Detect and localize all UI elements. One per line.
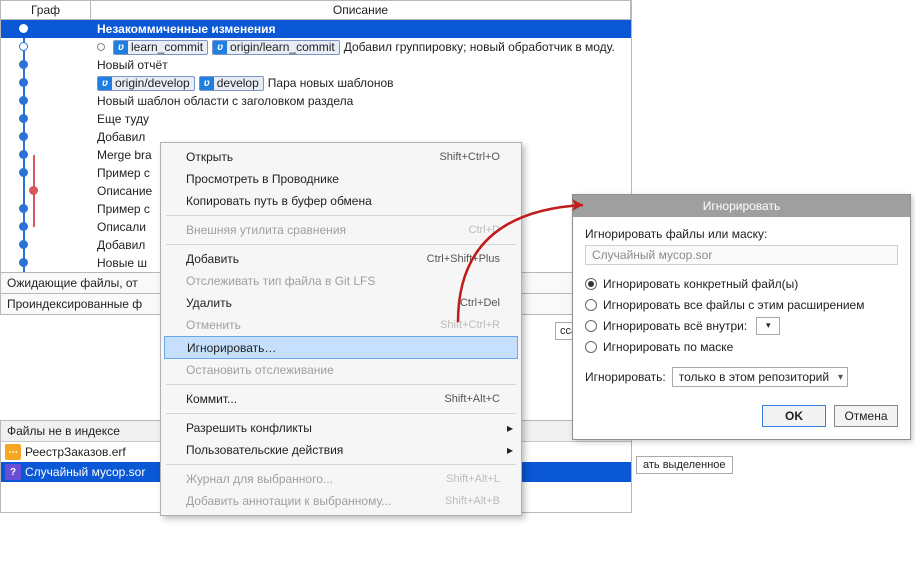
ctx-ignore[interactable]: Игнорировать… [164,336,518,359]
commit-list-header: Граф Описание [1,1,631,20]
commit-msg: Пример с [97,166,150,180]
ctx-open[interactable]: ОткрытьShift+Ctrl+O [164,146,518,168]
separator [166,413,516,414]
ctx-custom-actions[interactable]: Пользовательские действия▸ [164,439,518,461]
commit-msg: Добавил [97,238,145,252]
branch-tag[interactable]: ʋlearn_commit [113,40,208,55]
radio-icon [585,341,597,353]
context-menu: ОткрытьShift+Ctrl+O Просмотреть в Провод… [160,142,522,516]
stage-selected-button[interactable]: ать выделенное [636,456,733,474]
ctx-stop-tracking: Остановить отслеживание [164,359,518,381]
commit-row-uncommitted[interactable]: Незакоммиченные изменения [1,20,631,38]
commit-msg: Описали [97,220,146,234]
dialog-label: Игнорировать файлы или маску: [585,227,898,241]
dialog-title: Игнорировать [573,195,910,217]
ctx-delete[interactable]: УдалитьCtrl+Del [164,292,518,314]
ctx-add[interactable]: ДобавитьCtrl+Shift+Plus [164,248,518,270]
ctx-log-selected: Журнал для выбранного...Shift+Alt+L [164,468,518,490]
ctx-resolve-conflicts[interactable]: Разрешить конфликты▸ [164,417,518,439]
branch-tag[interactable]: ʋdevelop [199,76,264,91]
commit-msg: Добавил [97,130,145,144]
ignore-where-select[interactable]: только в этом репозиторий [672,367,848,387]
branch-icon: ʋ [98,77,112,90]
commit-msg: Новый шаблон области с заголовком раздел… [97,94,353,108]
commit-row[interactable]: Еще туду [1,110,631,128]
ctx-track-lfs: Отслеживать тип файла в Git LFS [164,270,518,292]
submenu-arrow-icon: ▸ [507,443,513,457]
radio-ignore-pattern[interactable]: Игнорировать по маске [585,336,898,357]
commit-row[interactable]: ʋlearn_commit ʋorigin/learn_commit Добав… [1,38,631,56]
separator [166,464,516,465]
radio-icon [585,320,597,332]
radio-icon [585,278,597,290]
ctx-annotate-selected: Добавить аннотации к выбранному...Shift+… [164,490,518,512]
ctx-revert: ОтменитьShift+Ctrl+R [164,314,518,336]
commit-msg: Описание [97,184,152,198]
commit-msg: Еще туду [97,112,149,126]
commit-row[interactable]: Новый шаблон области с заголовком раздел… [1,92,631,110]
commit-msg: Добавил группировку; новый обработчик в … [344,40,615,54]
separator [166,215,516,216]
file-modified-icon: ⋯ [5,444,21,460]
branch-icon: ʋ [213,41,227,54]
active-branch-icon [97,43,105,51]
commit-msg: Пара новых шаблонов [268,76,394,90]
radio-ignore-file[interactable]: Игнорировать конкретный файл(ы) [585,273,898,294]
branch-tag[interactable]: ʋorigin/develop [97,76,195,91]
ignore-dialog: Игнорировать Игнорировать файлы или маск… [572,194,911,440]
commit-row[interactable]: ʋorigin/develop ʋdevelop Пара новых шабл… [1,74,631,92]
submenu-arrow-icon: ▸ [507,421,513,435]
radio-icon [585,299,597,311]
commit-msg: Пример с [97,202,150,216]
commit-msg: Новый отчёт [97,58,168,72]
radio-ignore-under[interactable]: Игнорировать всё внутри:▾ [585,315,898,336]
header-description[interactable]: Описание [91,1,631,19]
ignore-pattern-input[interactable] [585,245,898,265]
commit-msg: Новые ш [97,256,147,270]
separator [166,244,516,245]
file-unknown-icon: ? [5,464,21,480]
ctx-commit[interactable]: Коммит...Shift+Alt+C [164,388,518,410]
commit-row[interactable]: Новый отчёт [1,56,631,74]
header-graph[interactable]: Граф [1,1,91,19]
ok-button[interactable]: OK [762,405,826,427]
ctx-copy-path[interactable]: Копировать путь в буфер обмена [164,190,518,212]
file-name: Случайный мусор.sor [25,465,145,479]
cancel-button[interactable]: Отмена [834,405,898,427]
branch-tag[interactable]: ʋorigin/learn_commit [212,40,340,55]
ctx-external-diff: Внешняя утилита сравненияCtrl+D [164,219,518,241]
radio-ignore-extension[interactable]: Игнорировать все файлы с этим расширение… [585,294,898,315]
ignore-where-label: Игнорировать: [585,370,666,384]
commit-msg: Незакоммиченные изменения [97,22,276,36]
commit-msg: Merge bra [97,148,152,162]
file-name: РеестрЗаказов.erf [25,445,126,459]
separator [166,384,516,385]
branch-icon: ʋ [200,77,214,90]
branch-icon: ʋ [114,41,128,54]
ctx-show-in-explorer[interactable]: Просмотреть в Проводнике [164,168,518,190]
folder-combo[interactable]: ▾ [756,317,780,335]
